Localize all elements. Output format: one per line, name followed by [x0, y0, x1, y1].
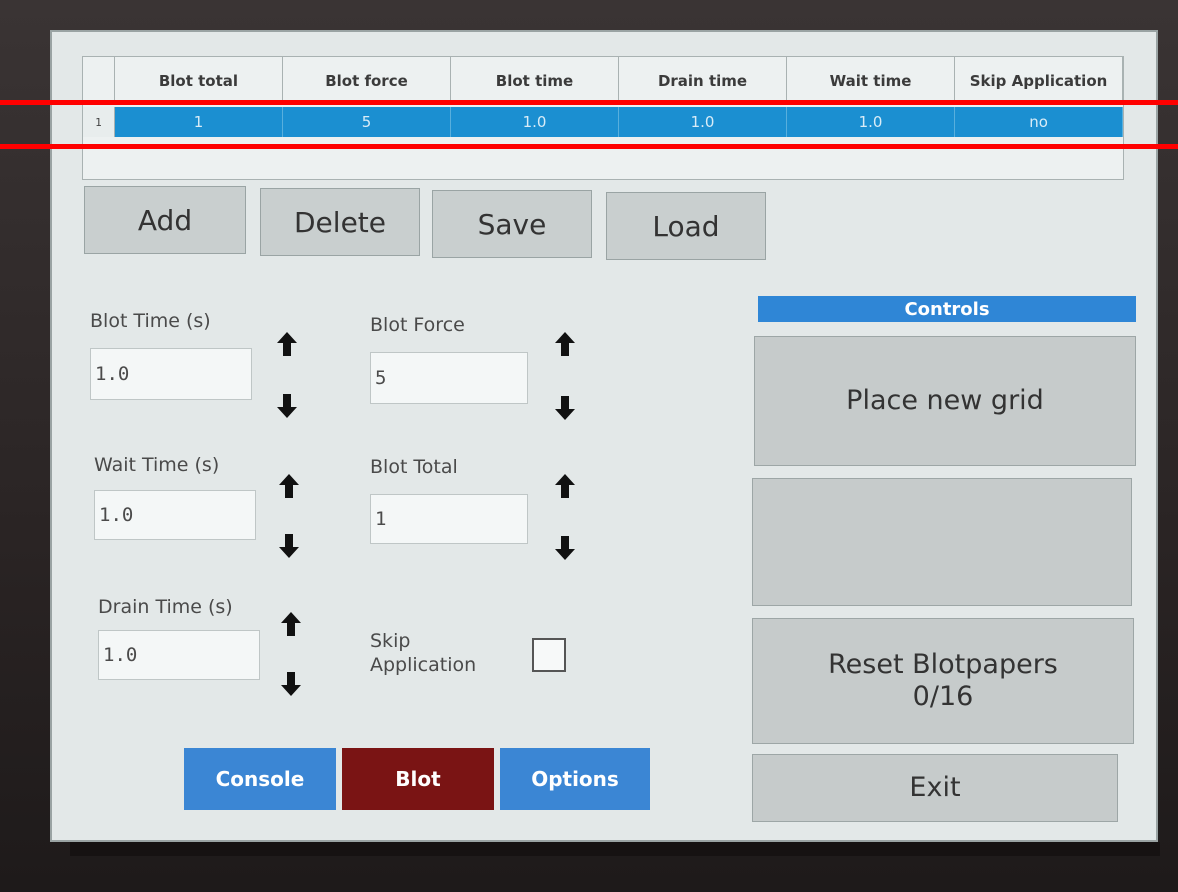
- load-button[interactable]: Load: [606, 192, 766, 260]
- cell-blot-time[interactable]: 1.0: [450, 107, 619, 137]
- save-button[interactable]: Save: [432, 190, 592, 258]
- column-header-blot-force[interactable]: Blot force: [282, 57, 451, 105]
- row-header-corner: [83, 57, 115, 105]
- delete-button[interactable]: Delete: [260, 188, 420, 256]
- drain-time-field[interactable]: 1.0: [98, 630, 260, 680]
- bezel-lip: [70, 842, 1160, 856]
- cell-drain-time[interactable]: 1.0: [619, 107, 788, 137]
- row-number: 1: [83, 107, 115, 137]
- table-row[interactable]: 1 1 5 1.0 1.0 1.0 no: [83, 107, 1124, 137]
- column-header-blot-time[interactable]: Blot time: [450, 57, 619, 105]
- blot-force-down-arrow-icon[interactable]: [552, 394, 578, 422]
- blot-total-field[interactable]: 1: [370, 494, 528, 544]
- blot-force-field[interactable]: 5: [370, 352, 528, 404]
- column-header-wait-time[interactable]: Wait time: [787, 57, 956, 105]
- cell-wait-time[interactable]: 1.0: [787, 107, 956, 137]
- controls-header: Controls: [758, 296, 1136, 322]
- touchscreen: Blot total Blot force Blot time Drain ti…: [50, 30, 1158, 842]
- column-header-blot-total[interactable]: Blot total: [114, 57, 283, 105]
- cell-blot-total[interactable]: 1: [114, 107, 283, 137]
- blot-time-up-arrow-icon[interactable]: [274, 330, 300, 358]
- blot-force-up-arrow-icon[interactable]: [552, 330, 578, 358]
- wait-time-label: Wait Time (s): [94, 454, 220, 476]
- highlight-line-top: [0, 100, 1178, 105]
- column-header-skip-application[interactable]: Skip Application: [955, 57, 1124, 105]
- skip-application-label-line2: Application: [370, 653, 477, 676]
- skip-application-label: Skip Application: [370, 630, 476, 678]
- reset-blotpapers-label: Reset Blotpapers: [828, 648, 1058, 680]
- highlight-line-bottom: [0, 144, 1178, 149]
- drain-time-up-arrow-icon[interactable]: [278, 610, 304, 638]
- console-tab[interactable]: Console: [184, 748, 336, 810]
- cell-skip-application[interactable]: no: [955, 107, 1124, 137]
- blot-force-label: Blot Force: [370, 314, 465, 336]
- blot-total-up-arrow-icon[interactable]: [552, 472, 578, 500]
- blot-settings-table: Blot total Blot force Blot time Drain ti…: [82, 56, 1124, 180]
- column-header-drain-time[interactable]: Drain time: [619, 57, 788, 105]
- cell-blot-force[interactable]: 5: [282, 107, 451, 137]
- place-new-grid-button[interactable]: Place new grid: [754, 336, 1136, 466]
- wait-time-up-arrow-icon[interactable]: [276, 472, 302, 500]
- drain-time-down-arrow-icon[interactable]: [278, 670, 304, 698]
- skip-application-checkbox[interactable]: [532, 638, 566, 672]
- add-button[interactable]: Add: [84, 186, 246, 254]
- blot-time-down-arrow-icon[interactable]: [274, 392, 300, 420]
- blot-time-field[interactable]: 1.0: [90, 348, 252, 400]
- options-tab[interactable]: Options: [500, 748, 650, 810]
- table-header: Blot total Blot force Blot time Drain ti…: [83, 57, 1124, 105]
- drain-time-label: Drain Time (s): [98, 596, 233, 618]
- blot-time-label: Blot Time (s): [90, 310, 211, 332]
- blank-control-button[interactable]: [752, 478, 1132, 606]
- blotpapers-count: 0/16: [912, 681, 974, 712]
- wait-time-field[interactable]: 1.0: [94, 490, 256, 540]
- skip-application-label-line1: Skip: [370, 630, 411, 652]
- wait-time-down-arrow-icon[interactable]: [276, 532, 302, 560]
- blot-total-label: Blot Total: [370, 456, 458, 478]
- blot-total-down-arrow-icon[interactable]: [552, 534, 578, 562]
- reset-blotpapers-button[interactable]: Reset Blotpapers 0/16: [752, 618, 1134, 744]
- exit-button[interactable]: Exit: [752, 754, 1118, 822]
- blot-tab[interactable]: Blot: [342, 748, 494, 810]
